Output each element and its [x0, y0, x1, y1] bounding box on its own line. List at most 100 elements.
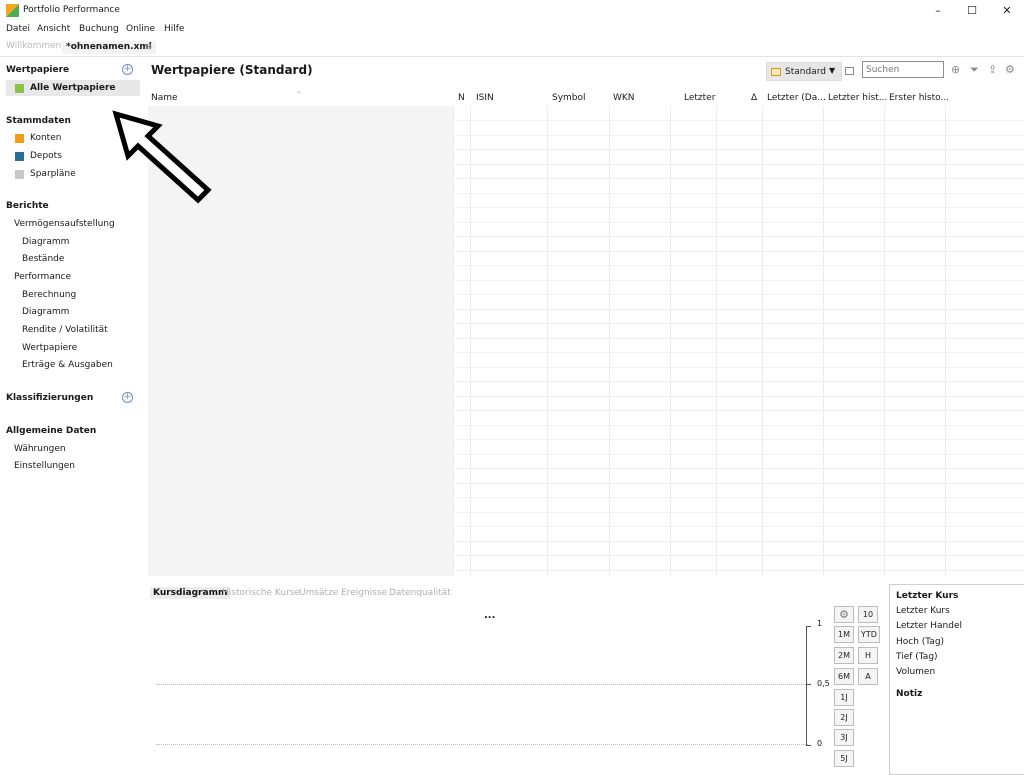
row-line: [453, 280, 1024, 281]
column-header-letzter[interactable]: Letzter: [684, 93, 715, 103]
row-line: [453, 236, 1024, 237]
column-header-n[interactable]: N: [458, 93, 465, 103]
add-classification-icon[interactable]: +: [122, 392, 133, 403]
sidebar-heading-allgemeine-daten: Allgemeine Daten: [6, 426, 97, 436]
tab-umsaetze[interactable]: Umsätze: [296, 587, 341, 599]
sidebar-item-performance[interactable]: Performance: [14, 272, 71, 282]
row-line: [453, 222, 1024, 223]
sidebar-item-vermoegensaufstellung[interactable]: Vermögensaufstellung: [14, 219, 115, 229]
security-icon: [15, 84, 24, 93]
sidebar-item-sparplaene[interactable]: Sparpläne: [30, 169, 76, 179]
range-button-1j[interactable]: 1J: [834, 689, 854, 706]
view-select[interactable]: Standard ▼: [766, 62, 842, 81]
column-header-symbol[interactable]: Symbol: [552, 93, 586, 103]
page-title: Wertpapiere (Standard): [151, 63, 313, 77]
app-logo-icon: [6, 4, 19, 17]
price-chart[interactable]: ... 1 0,5 0 ⚙ 10 1M YTD 2M H 6M A 1J 2J …: [148, 604, 884, 775]
column-divider: [884, 106, 885, 576]
info-letzter-handel: Letzter Handel: [896, 621, 963, 631]
tab-close-icon[interactable]: ⊠: [145, 42, 152, 51]
sidebar-item-einstellungen[interactable]: Einstellungen: [14, 461, 75, 471]
chart-settings-icon[interactable]: ⚙: [834, 606, 854, 623]
sidebar-heading-klassifizierungen: Klassifizierungen: [6, 393, 94, 403]
range-button-3j[interactable]: 3J: [834, 729, 854, 746]
maximize-button[interactable]: ☐: [962, 2, 982, 20]
tab-historische-kurse[interactable]: Historische Kurse: [219, 587, 303, 599]
more-menu-icon[interactable]: ...: [484, 610, 495, 621]
add-security-icon[interactable]: +: [122, 64, 133, 75]
column-header-erster-historisch[interactable]: Erster histo...: [889, 93, 949, 103]
table-header: Name ⌄ N ISIN Symbol WKN Letzter Δ Letzt…: [148, 87, 1024, 106]
sidebar-item-konten[interactable]: Konten: [30, 133, 61, 143]
info-tief: Tief (Tag): [896, 652, 938, 662]
menu-hilfe[interactable]: Hilfe: [164, 24, 184, 34]
range-button-5j[interactable]: 5J: [834, 750, 854, 767]
column-divider: [453, 106, 454, 576]
chevron-down-icon: ▼: [829, 66, 836, 75]
add-circle-icon[interactable]: ⊕: [951, 63, 960, 76]
range-button-a[interactable]: A: [858, 668, 878, 685]
column-header-isin[interactable]: ISIN: [476, 93, 494, 103]
row-line: [453, 381, 1024, 382]
sidebar-item-rendite-volatilitaet[interactable]: Rendite / Volatilität: [22, 325, 108, 335]
row-line: [453, 570, 1024, 571]
sidebar-heading-wertpapiere: Wertpapiere: [6, 65, 70, 75]
range-button-10[interactable]: 10: [858, 606, 878, 623]
info-notiz: Notiz: [896, 689, 923, 699]
y-tick-label: 0: [817, 739, 823, 748]
column-header-letzter-datum[interactable]: Letzter (Da...: [767, 93, 826, 103]
gridline: [156, 684, 808, 685]
column-divider: [609, 106, 610, 576]
sidebar-item-depots[interactable]: Depots: [30, 151, 62, 161]
row-line: [453, 396, 1024, 397]
range-button-h[interactable]: H: [858, 647, 878, 664]
sidebar-item-bestaende[interactable]: Bestände: [22, 254, 64, 264]
row-line: [453, 265, 1024, 266]
window-title: Portfolio Performance: [23, 5, 120, 15]
column-header-letzter-historisch[interactable]: Letzter hist...: [828, 93, 887, 103]
menu-online[interactable]: Online: [126, 24, 155, 34]
info-letzter-kurs: Letzter Kurs: [896, 606, 950, 616]
sidebar-item-wertpapiere[interactable]: Wertpapiere: [22, 343, 77, 353]
tab-ereignisse[interactable]: Ereignisse: [338, 587, 390, 599]
menu-ansicht[interactable]: Ansicht: [37, 24, 70, 34]
column-header-delta[interactable]: Δ: [751, 93, 757, 103]
sidebar-item-ertraege-ausgaben[interactable]: Erträge & Ausgaben: [22, 360, 113, 370]
y-axis-tick: [806, 684, 811, 685]
portfolio-icon: [15, 152, 24, 161]
column-divider: [716, 106, 717, 576]
sort-indicator-icon: ⌄: [296, 87, 302, 95]
range-button-6m[interactable]: 6M: [834, 668, 854, 685]
y-tick-label: 1: [817, 619, 823, 628]
bottom-tab-bar: Kursdiagramm Historische Kurse Umsätze E…: [148, 584, 884, 604]
column-header-name[interactable]: Name: [151, 93, 178, 103]
row-line: [453, 352, 1024, 353]
search-input[interactable]: [862, 61, 944, 78]
row-line: [453, 425, 1024, 426]
sidebar-item-waehrungen[interactable]: Währungen: [14, 444, 66, 454]
sidebar-item-alle-wertpapiere[interactable]: Alle Wertpapiere: [6, 80, 140, 96]
tab-datenqualitaet[interactable]: Datenqualität: [386, 587, 454, 599]
sidebar-item-berechnung[interactable]: Berechnung: [22, 290, 76, 300]
range-button-ytd[interactable]: YTD: [858, 626, 880, 643]
range-button-2m[interactable]: 2M: [834, 647, 854, 664]
tab-willkommen[interactable]: Willkommen: [6, 41, 61, 51]
range-button-1m[interactable]: 1M: [834, 626, 854, 643]
close-button[interactable]: ✕: [997, 2, 1017, 20]
filter-icon[interactable]: ⏷: [970, 63, 979, 77]
window-icon[interactable]: [845, 67, 854, 75]
row-line: [453, 439, 1024, 440]
menu-buchung[interactable]: Buchung: [79, 24, 119, 34]
sidebar-item-performance-diagramm[interactable]: Diagramm: [22, 307, 69, 317]
sidebar-item-diagramm[interactable]: Diagramm: [22, 237, 69, 247]
gear-icon[interactable]: ⚙: [1005, 63, 1015, 76]
column-divider: [762, 106, 763, 576]
range-button-2j[interactable]: 2J: [834, 709, 854, 726]
info-hoch: Hoch (Tag): [896, 637, 945, 647]
menu-datei[interactable]: Datei: [6, 24, 30, 34]
tab-file[interactable]: *ohnenamen.xml: [62, 41, 156, 54]
minimize-button[interactable]: –: [928, 2, 948, 20]
export-icon[interactable]: ⇪: [988, 63, 997, 76]
column-header-wkn[interactable]: WKN: [613, 93, 635, 103]
row-line: [453, 512, 1024, 513]
